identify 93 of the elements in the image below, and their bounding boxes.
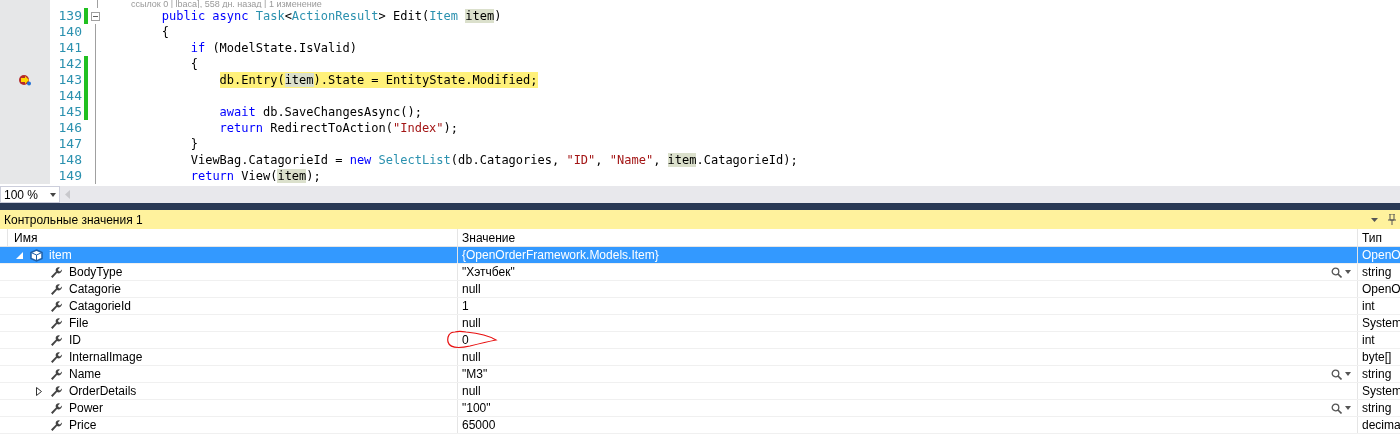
column-header[interactable]: Имя [8,229,458,246]
line-number: 145 [57,104,82,120]
watch-name: Price [69,417,97,434]
line-number: 144 [57,88,82,104]
code-line: public async Task<ActionResult> Edit(Item item) [161,8,502,24]
wrench-icon [50,419,62,431]
pin-icon[interactable] [1388,214,1396,225]
watch-name: InternalImage [69,349,143,366]
visualizer-dropdown[interactable] [1331,368,1351,380]
line-number: 140 [57,24,82,40]
wrench-icon [50,402,62,414]
watch-type: decima [1362,417,1400,433]
panel-title: Контрольные значения 1 [4,211,143,229]
code-line: await db.SaveChangesAsync(); [219,104,422,120]
code-line: { [190,56,198,72]
code-line: ViewBag.CatagorieId = new SelectList(db.Catagories, "ID", "Name", item.CatagorieId); [190,152,798,168]
visualizer-dropdown[interactable] [1331,402,1351,414]
code-line: } [190,136,198,152]
watch-type: string [1362,264,1392,280]
column-header[interactable]: Значение [458,229,1358,246]
line-number: 149 [57,168,82,184]
watch-row[interactable]: Power "100" string [0,400,1400,417]
breakpoint-arrow-icon [18,74,32,86]
watch-name: BodyType [69,264,123,281]
watch-value: null [462,349,481,366]
visualizer-dropdown[interactable] [1331,266,1351,278]
watch-type: OpenO [1362,247,1400,263]
wrench-icon [50,300,62,312]
wrench-icon [50,334,62,346]
code-line: { [161,24,170,40]
wrench-icon [50,351,62,363]
watch-row[interactable]: Price 65000 decima [0,417,1400,434]
watch-name: Power [69,400,103,417]
code-line: return RedirectToAction("Index"); [219,120,459,136]
collapsed-triangle-icon[interactable] [36,386,42,396]
column-header[interactable]: Тип [1358,229,1400,246]
watch-type: byte[] [1362,349,1392,365]
watch-name: CatagorieId [69,298,132,315]
wrench-icon [50,385,62,397]
caret-icon [50,192,56,197]
watch-name: Catagorie [69,281,122,298]
watch-type: int [1362,332,1375,348]
watch-row[interactable]: InternalImage null byte[] [0,349,1400,366]
watch-value: 0 [462,332,469,349]
wrench-icon [50,317,62,329]
watch-type: OpenO [1362,281,1400,297]
caret-icon [1345,372,1351,376]
watch-name: ID [69,332,81,349]
search-icon [1331,368,1342,380]
search-icon [1331,402,1342,414]
scroll-left-icon[interactable] [65,190,70,199]
line-number: 147 [57,136,82,152]
watch-value: "M3" [462,366,488,383]
line-number: 142 [57,56,82,72]
watch-row[interactable]: Name "M3" string [0,366,1400,383]
watch-value: null [462,281,481,298]
search-icon [1331,266,1342,278]
zoom-dropdown[interactable]: 100 % [0,186,60,203]
collapse-icon[interactable] [90,11,100,21]
watch-type: int [1362,298,1375,314]
caret-icon [1345,270,1351,274]
watch-name: item [49,247,72,264]
caret-icon[interactable] [1371,217,1378,222]
code-lens-text: ссылок 0 | lbaca], 558 дн. назад | 1 изменение [131,0,322,8]
wrench-icon [50,368,62,380]
watch-type: string [1362,400,1392,416]
wrench-icon [50,283,62,295]
watch-value: 1 [462,298,469,315]
line-number: 143 [57,72,82,88]
watch-row[interactable]: Catagorie null OpenO [0,281,1400,298]
expanded-triangle-icon[interactable] [15,251,23,259]
wrench-icon [50,266,62,278]
watch-type: string [1362,366,1392,382]
watch-row[interactable]: CatagorieId 1 int [0,298,1400,315]
watch-value: 65000 [462,417,496,434]
watch-value: "100" [462,400,491,417]
line-number: 148 [57,152,82,168]
watch-row[interactable]: ID 0 int [0,332,1400,349]
watch-value: "Хэтчбек" [462,264,515,281]
watch-name: OrderDetails [69,383,137,400]
watch-value: null [462,383,481,400]
code-line: return View(item); [190,168,321,184]
line-number: 139 [57,8,82,24]
object-icon [29,248,43,262]
watch-value: null [462,315,481,332]
watch-row[interactable]: BodyType "Хэтчбек" string [0,264,1400,281]
line-number: 146 [57,120,82,136]
caret-icon [1345,406,1351,410]
watch-value: {OpenOrderFramework.Models.Item} [462,247,659,264]
line-number: 141 [57,40,82,56]
code-line: if (ModelState.IsValid) [190,40,357,56]
watch-name: File [69,315,89,332]
watch-name: Name [69,366,101,383]
